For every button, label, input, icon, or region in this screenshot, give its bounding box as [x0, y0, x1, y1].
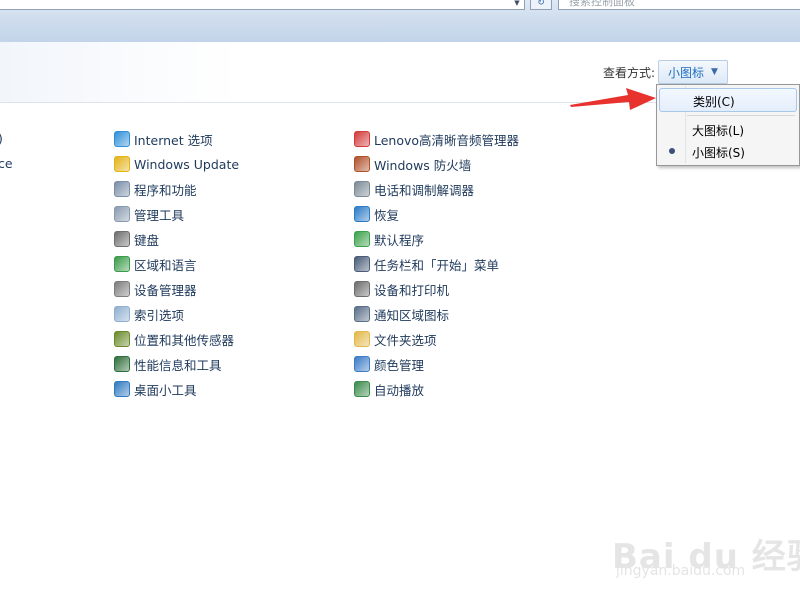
control-panel-item[interactable]: 设备管理器	[114, 279, 197, 299]
lenovo-audio-icon	[354, 131, 370, 147]
control-panel-item[interactable]: 管理工具	[114, 204, 184, 224]
control-panel-item[interactable]: 区域和语言	[114, 254, 197, 274]
recovery-icon	[354, 206, 370, 222]
control-panel-item-label: 桌面小工具	[134, 382, 197, 398]
default-programs-icon	[354, 231, 370, 247]
menu-item-label: 类别(C)	[693, 95, 735, 109]
control-panel-item-label: 自动播放	[374, 382, 425, 398]
view-by-menu: 类别(C) 大图标(L) 小图标(S)	[656, 84, 800, 166]
view-by-label: 查看方式:	[603, 66, 656, 80]
control-panel-item[interactable]: 电话和调制解调器	[354, 179, 474, 199]
menu-item-large-icons[interactable]: 大图标(L)	[659, 118, 795, 140]
control-panel-item-label: 程序和功能	[134, 182, 197, 198]
address-bar[interactable]	[0, 0, 525, 10]
firewall-icon	[354, 156, 370, 172]
phone-modem-icon	[354, 181, 370, 197]
control-panel-item[interactable]: Windows Update	[114, 154, 239, 174]
control-panel-item-label: 默认程序	[374, 232, 425, 248]
control-panel-item-label: 管理工具	[134, 207, 185, 223]
menu-separator	[687, 115, 795, 116]
control-panel-item[interactable]: 程序和功能	[114, 179, 197, 199]
menu-item-label: 小图标(S)	[692, 146, 745, 160]
windows-update-icon	[114, 156, 130, 172]
control-panel-item-label: 电话和调制解调器	[374, 182, 475, 198]
autoplay-icon	[354, 381, 370, 397]
control-panel-item[interactable]: 位置和其他传感器	[114, 329, 234, 349]
globe-icon	[114, 131, 130, 147]
control-panel-item-label: 设备和打印机	[374, 282, 450, 298]
control-panel-item-label: 颜色管理	[374, 357, 425, 373]
control-panel-item-label: 性能信息和工具	[134, 357, 222, 373]
sensor-icon	[114, 331, 130, 347]
watermark-url: jingyan.baidu.com	[616, 563, 746, 579]
clipped-item-label[interactable]: )	[0, 131, 3, 146]
menu-item-category[interactable]: 类别(C)	[659, 88, 797, 112]
color-management-icon	[354, 356, 370, 372]
control-panel-item[interactable]: 自动播放	[354, 379, 424, 399]
control-panel-item-label: 文件夹选项	[374, 332, 437, 348]
control-panel-item-label: 恢复	[374, 207, 400, 223]
control-panel-item[interactable]: 文件夹选项	[354, 329, 437, 349]
device-manager-icon	[114, 281, 130, 297]
control-panel-item-label: 通知区域图标	[374, 307, 450, 323]
search-index-icon	[114, 306, 130, 322]
search-placeholder: 搜索控制面板	[569, 0, 635, 8]
control-panel-item[interactable]: Lenovo高清晰音频管理器	[354, 129, 519, 149]
watermark-logo: Bai du 经验 jingyan.baidu.com	[612, 515, 800, 585]
folder-options-icon	[354, 331, 370, 347]
control-panel-item[interactable]: 默认程序	[354, 229, 424, 249]
chevron-down-icon: ▼	[711, 67, 718, 77]
menu-item-label: 大图标(L)	[692, 124, 745, 138]
gadgets-icon	[114, 381, 130, 397]
control-panel-item[interactable]: Windows 防火墙	[354, 154, 471, 174]
printer-icon	[354, 281, 370, 297]
control-panel-item[interactable]: 颜色管理	[354, 354, 424, 374]
chevron-down-icon[interactable]: ▼	[511, 0, 523, 9]
view-by-dropdown[interactable]: 小图标 ▼	[658, 60, 728, 84]
control-panel-item-label: Lenovo高清晰音频管理器	[374, 132, 520, 148]
radio-selected-icon	[669, 148, 675, 154]
control-panel-item[interactable]: 任务栏和「开始」菜单	[354, 254, 499, 274]
control-panel-item-label: 键盘	[134, 232, 160, 248]
annotation-arrow-icon	[570, 88, 656, 110]
performance-icon	[114, 356, 130, 372]
refresh-icon[interactable]: ↻	[530, 0, 552, 10]
keyboard-icon	[114, 231, 130, 247]
control-panel-item[interactable]: 通知区域图标	[354, 304, 449, 324]
control-panel-item-label: 任务栏和「开始」菜单	[374, 257, 500, 273]
control-panel-item[interactable]: 恢复	[354, 204, 399, 224]
menu-item-small-icons[interactable]: 小图标(S)	[659, 140, 795, 162]
control-panel-item-label: Internet 选项	[134, 132, 213, 148]
control-panel-item-label: 索引选项	[134, 307, 185, 323]
control-panel-item-label: 设备管理器	[134, 282, 197, 298]
search-input[interactable]: 搜索控制面板	[558, 0, 800, 10]
taskbar-icon	[354, 256, 370, 272]
control-panel-item[interactable]: 桌面小工具	[114, 379, 197, 399]
control-panel-item[interactable]: 索引选项	[114, 304, 184, 324]
notification-icon	[354, 306, 370, 322]
control-panel-item[interactable]: 性能信息和工具	[114, 354, 222, 374]
admin-tools-icon	[114, 206, 130, 222]
programs-icon	[114, 181, 130, 197]
clipped-item-label[interactable]: ce	[0, 156, 13, 171]
control-panel-item[interactable]: 键盘	[114, 229, 159, 249]
control-panel-item-label: 区域和语言	[134, 257, 197, 273]
view-by-current: 小图标	[668, 66, 705, 80]
window-toolbar: ▼ ↻ 搜索控制面板	[0, 0, 800, 43]
control-panel-item[interactable]: Internet 选项	[114, 129, 213, 149]
control-panel-item-label: Windows 防火墙	[374, 157, 472, 173]
control-panel-item-label: Windows Update	[134, 156, 240, 172]
control-panel-item-label: 位置和其他传感器	[134, 332, 235, 348]
region-globe-icon	[114, 256, 130, 272]
control-panel-item[interactable]: 设备和打印机	[354, 279, 449, 299]
